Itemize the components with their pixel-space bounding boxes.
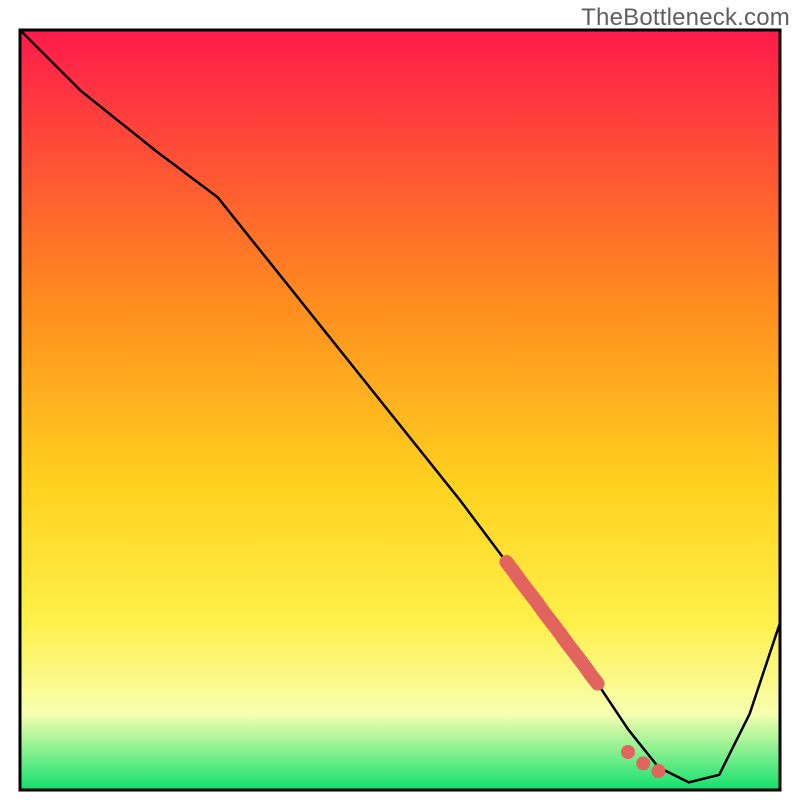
highlight-dot	[636, 756, 650, 770]
chart-container: TheBottleneck.com	[0, 0, 800, 800]
bottleneck-chart	[0, 0, 800, 800]
watermark-text: TheBottleneck.com	[581, 4, 790, 32]
plot-background	[20, 30, 780, 790]
highlight-dot	[621, 745, 635, 759]
highlight-dot	[651, 764, 665, 778]
